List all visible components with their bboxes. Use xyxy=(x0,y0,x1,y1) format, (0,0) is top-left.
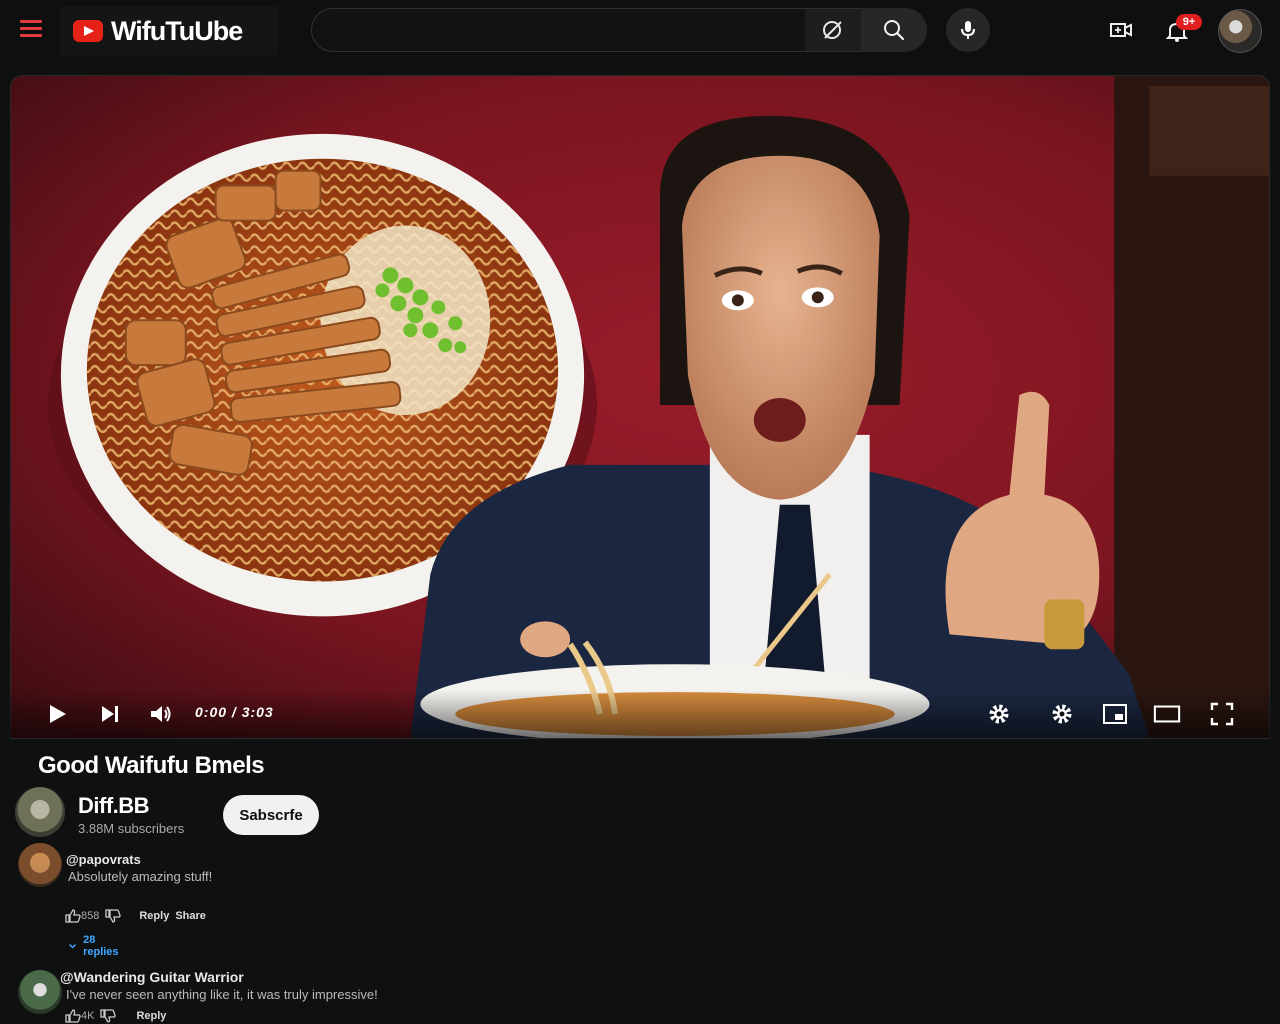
subscriber-count: 3.88M subscribers xyxy=(78,821,185,836)
channel-avatar[interactable] xyxy=(15,787,65,837)
thumbs-down-icon[interactable] xyxy=(100,1009,117,1023)
next-icon xyxy=(102,706,118,722)
play-button[interactable] xyxy=(43,700,71,728)
commenter-avatar[interactable] xyxy=(18,970,62,1014)
share-button[interactable]: Share xyxy=(175,910,206,922)
miniplayer-icon xyxy=(1103,704,1127,724)
volume-button[interactable] xyxy=(147,700,175,728)
settings-icon xyxy=(1052,704,1072,724)
search-input[interactable] xyxy=(312,9,806,51)
video-player[interactable] xyxy=(10,75,1270,739)
avatar[interactable] xyxy=(1218,9,1262,53)
subtitles-settings-button[interactable] xyxy=(985,700,1013,728)
logo[interactable]: WifuTuUbe xyxy=(60,6,278,56)
theater-icon xyxy=(1153,705,1181,723)
player-controls: 0:00 / 3:03 xyxy=(10,690,1270,738)
search-box xyxy=(311,8,806,52)
thumbs-up-icon[interactable] xyxy=(65,1009,81,1023)
settings-icon xyxy=(989,704,1009,724)
chevron-down-icon xyxy=(69,944,77,949)
create-button[interactable] xyxy=(1105,14,1137,46)
subscribe-button[interactable]: Sabscrfe xyxy=(223,795,319,835)
play-logo-icon xyxy=(73,20,103,42)
mic-icon xyxy=(961,21,975,39)
fullscreen-button[interactable] xyxy=(1208,700,1236,728)
reply-button[interactable]: Reply xyxy=(136,1010,166,1022)
comment-actions: 4K Reply xyxy=(65,1009,172,1023)
create-video-icon xyxy=(1110,23,1132,37)
video-frame xyxy=(11,76,1269,738)
play-icon xyxy=(50,705,66,723)
fullscreen-icon xyxy=(1210,702,1234,726)
comment-text: I've never seen anything like it, it was… xyxy=(66,987,378,1002)
clear-search-icon xyxy=(823,21,842,39)
menu-icon[interactable] xyxy=(20,20,42,38)
top-bar: WifuTuUbe 9+ xyxy=(0,0,1280,62)
commenter-avatar[interactable] xyxy=(18,843,62,887)
volume-icon xyxy=(151,706,171,722)
miniplayer-button[interactable] xyxy=(1101,700,1129,728)
like-count: 4K xyxy=(81,1010,95,1022)
comment-author[interactable]: @papovrats xyxy=(66,852,141,867)
notification-badge: 9+ xyxy=(1176,14,1202,30)
voice-search-button[interactable] xyxy=(946,8,990,52)
comment-text: Absolutely amazing stuff! xyxy=(68,869,213,884)
replies-count: 28 replies xyxy=(83,934,119,958)
comment-actions: 858 Reply Share xyxy=(65,909,212,923)
thumbs-up-icon[interactable] xyxy=(65,909,81,923)
theater-mode-button[interactable] xyxy=(1153,700,1181,728)
like-count: 858 xyxy=(81,910,100,922)
time-display: 0:00 / 3:03 xyxy=(195,704,274,720)
thumbs-down-icon[interactable] xyxy=(105,909,122,923)
channel-name[interactable]: Diff.BB xyxy=(78,793,150,819)
view-replies-button[interactable]: 28 replies xyxy=(68,934,121,958)
reply-button[interactable]: Reply xyxy=(139,910,169,922)
next-button[interactable] xyxy=(96,700,124,728)
settings-button[interactable] xyxy=(1048,700,1076,728)
search-icon xyxy=(884,20,905,41)
comment-author[interactable]: @Wandering Guitar Warrior xyxy=(60,969,244,985)
clear-search-button[interactable] xyxy=(805,8,861,52)
search-button[interactable] xyxy=(861,8,927,52)
logo-text: WifuTuUbe xyxy=(111,15,243,46)
video-title: Good Waifufu Bmels xyxy=(38,752,265,779)
